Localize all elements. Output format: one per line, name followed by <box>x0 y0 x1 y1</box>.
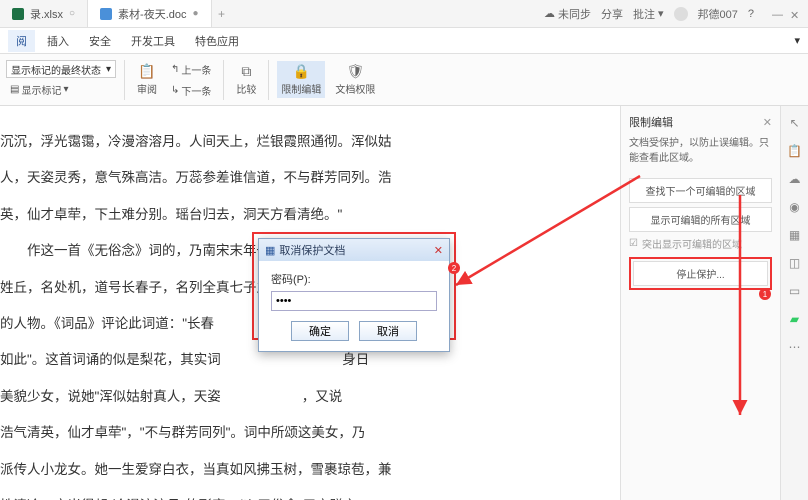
restrict-edit-panel: 限制编辑✕ 文档受保护，以防止误编辑。只能查看此区域。 查找下一个可编辑的区域 … <box>620 106 780 500</box>
find-editable-button[interactable]: 查找下一个可编辑的区域 <box>629 178 772 203</box>
ok-button[interactable]: 确定 <box>291 321 349 341</box>
show-editable-button[interactable]: 显示可编辑的所有区域 <box>629 207 772 232</box>
clipboard-icon[interactable]: 📋 <box>788 144 802 158</box>
avatar[interactable] <box>674 7 688 21</box>
share-button[interactable]: 分享 <box>601 6 623 22</box>
show-marks-button[interactable]: ▤显示标记▾ <box>6 80 116 99</box>
sync-status[interactable]: ☁未同步 <box>544 6 591 22</box>
chart-icon[interactable]: ▰ <box>788 312 802 326</box>
menu-special[interactable]: 特色应用 <box>187 30 247 52</box>
review-icon: 📋 <box>139 63 155 79</box>
lock-icon: 🔒 <box>293 63 309 79</box>
shield-icon: 🛡 <box>347 63 363 79</box>
prev-change-button[interactable]: ↰上一条 <box>167 60 215 79</box>
menu-security[interactable]: 安全 <box>81 30 119 52</box>
toolbox-icon[interactable]: ◫ <box>788 256 802 270</box>
dialog-close-icon[interactable]: ✕ <box>434 244 443 257</box>
close-icon[interactable]: ○ <box>69 8 75 19</box>
layers-icon[interactable]: ▦ <box>788 228 802 242</box>
tab-file-1[interactable]: 录.xlsx ○ <box>0 0 88 27</box>
review-button[interactable]: 📋审阅 <box>133 61 161 98</box>
checkbox-icon: ☑ <box>629 238 638 249</box>
doc-permission-button[interactable]: 🛡文档权限 <box>331 61 379 98</box>
compare-button[interactable]: ⧉比较 <box>232 61 260 98</box>
stop-protection-button[interactable]: 停止保护... <box>633 261 768 286</box>
chevron-down-icon: ▾ <box>106 64 111 75</box>
help-icon[interactable]: ? <box>748 8 754 20</box>
annotation-badge-1: 1 <box>759 288 771 300</box>
comments-button[interactable]: 批注▾ <box>633 6 664 22</box>
prev-icon: ↰ <box>171 64 179 75</box>
close-icon[interactable]: ✕ <box>790 9 800 19</box>
cloud-icon[interactable]: ☁ <box>788 172 802 186</box>
menu-overflow-icon[interactable]: ▾ <box>794 34 800 47</box>
unprotect-dialog: ▦ 取消保护文档 ✕ 密码(P): 确定 取消 <box>258 238 450 352</box>
username: 邦德007 <box>698 6 738 22</box>
side-toolbar: ↖ 📋 ☁ ◉ ▦ ◫ ▭ ▰ ⋯ <box>780 106 808 500</box>
titlebar-right: ☁未同步 分享 批注▾ 邦德007 ? — ✕ <box>544 6 808 22</box>
next-icon: ↳ <box>171 85 179 96</box>
cancel-button[interactable]: 取消 <box>359 321 417 341</box>
tab-strip: 录.xlsx ○ 素材-夜天.doc ● + <box>0 0 544 27</box>
nav-icon[interactable]: ◉ <box>788 200 802 214</box>
ribbon: 显示标记的最终状态▾ ▤显示标记▾ 📋审阅 ↰上一条 ↳下一条 ⧉比较 🔒限制编… <box>0 54 808 106</box>
dialog-title: 取消保护文档 <box>279 242 345 258</box>
tab-label: 素材-夜天.doc <box>118 6 186 22</box>
panel-title: 限制编辑 <box>629 114 673 130</box>
menubar: 阅 插入 安全 开发工具 特色应用 ▾ <box>0 28 808 54</box>
new-tab-button[interactable]: + <box>212 7 232 21</box>
restrict-edit-button[interactable]: 🔒限制编辑 <box>277 61 325 98</box>
close-icon[interactable]: ● <box>193 8 199 19</box>
menu-devtools[interactable]: 开发工具 <box>123 30 183 52</box>
select-tool-icon[interactable]: ↖ <box>788 116 802 130</box>
password-input[interactable] <box>271 291 437 311</box>
doc-icon <box>100 8 112 20</box>
minimize-icon[interactable]: — <box>772 9 782 19</box>
tab-label: 录.xlsx <box>30 6 63 22</box>
annotation-badge-2: 2 <box>448 262 460 274</box>
tag-icon: ▤ <box>10 84 19 95</box>
doc-icon: ▦ <box>265 244 275 257</box>
menu-review[interactable]: 阅 <box>8 30 35 52</box>
panel-close-icon[interactable]: ✕ <box>763 116 772 129</box>
dialog-titlebar: ▦ 取消保护文档 ✕ <box>259 239 449 261</box>
compare-icon: ⧉ <box>238 63 254 79</box>
page-icon[interactable]: ▭ <box>788 284 802 298</box>
titlebar: 录.xlsx ○ 素材-夜天.doc ● + ☁未同步 分享 批注▾ 邦德007… <box>0 0 808 28</box>
panel-description: 文档受保护，以防止误编辑。只能查看此区域。 <box>629 136 772 166</box>
track-changes-select[interactable]: 显示标记的最终状态▾ <box>6 60 116 78</box>
highlight-editable-check[interactable]: ☑突出显示可编辑的区域 <box>629 236 772 251</box>
menu-insert[interactable]: 插入 <box>39 30 77 52</box>
tab-file-2[interactable]: 素材-夜天.doc ● <box>88 0 212 27</box>
more-icon[interactable]: ⋯ <box>788 340 802 354</box>
xls-icon <box>12 8 24 20</box>
next-change-button[interactable]: ↳下一条 <box>167 81 215 100</box>
cloud-icon: ☁ <box>544 7 555 20</box>
password-label: 密码(P): <box>271 271 437 287</box>
stop-protect-highlight: 停止保护... <box>629 257 772 290</box>
